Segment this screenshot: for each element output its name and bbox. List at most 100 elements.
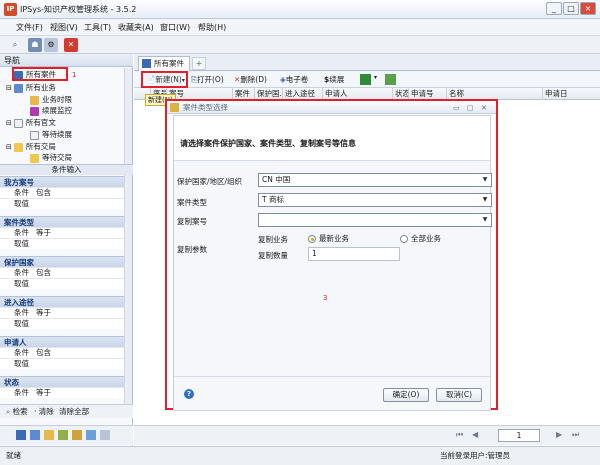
collapse-icon[interactable]: ⊟ bbox=[6, 119, 12, 127]
users-icon[interactable]: ☗ bbox=[28, 38, 42, 52]
help-icon[interactable]: ? bbox=[184, 389, 194, 399]
e-volume-button[interactable]: ◈电子卷 bbox=[280, 73, 308, 86]
tab-all-cases[interactable]: 所有案件 bbox=[138, 56, 190, 71]
radio-selected-icon[interactable] bbox=[308, 235, 316, 243]
row-value[interactable]: 包含 bbox=[36, 268, 51, 278]
case-type-label: 案件类型 bbox=[177, 198, 207, 207]
row-value[interactable]: 包含 bbox=[36, 348, 51, 358]
radio-unselected-icon[interactable] bbox=[400, 235, 408, 243]
docs-shortcut-icon[interactable] bbox=[58, 430, 68, 440]
dialog-title-bar: 案件类型选择 ▭ ▢ ✕ bbox=[167, 101, 496, 114]
tree-item-renewal-monitor[interactable]: 续展监控 bbox=[30, 105, 72, 116]
country-select[interactable]: CN 中国 ▼ bbox=[258, 173, 492, 187]
dialog-minimize-button[interactable]: ▭ bbox=[453, 102, 460, 115]
row-value[interactable]: 等于 bbox=[36, 308, 51, 318]
row-key: 取值 bbox=[14, 359, 29, 368]
cases-shortcut-icon[interactable] bbox=[16, 430, 26, 440]
condition-row[interactable]: 条件 等于 bbox=[0, 387, 124, 398]
conditions-scrollbar[interactable] bbox=[124, 176, 132, 404]
ok-button[interactable]: 确定(O) bbox=[383, 388, 429, 402]
chevron-down-icon[interactable]: ▼ bbox=[480, 215, 490, 225]
page-number-input[interactable]: 1 bbox=[498, 429, 540, 442]
value-row[interactable]: 取值 bbox=[0, 198, 124, 209]
chevron-down-icon[interactable]: ▼ bbox=[480, 195, 490, 205]
open-button-label: 打开(O) bbox=[197, 75, 224, 84]
excel-export-icon[interactable] bbox=[360, 74, 371, 85]
value-row[interactable]: 取值 bbox=[0, 238, 124, 249]
value-row[interactable]: 取值 bbox=[0, 278, 124, 289]
settings-shortcut-icon[interactable] bbox=[100, 430, 110, 440]
row-key: 条件 bbox=[14, 268, 29, 277]
menu-window[interactable]: 窗口(W) bbox=[160, 22, 190, 33]
section-our-case-no[interactable]: 我方案号 bbox=[0, 176, 124, 187]
close-window-button[interactable]: × bbox=[580, 2, 596, 15]
row-value[interactable]: 等于 bbox=[36, 388, 51, 398]
condition-row[interactable]: 条件 包含 bbox=[0, 267, 124, 278]
config-icon[interactable]: ⚙ bbox=[44, 38, 58, 52]
search-button[interactable]: 检索 bbox=[13, 407, 28, 416]
collapse-icon[interactable]: ⊟ bbox=[6, 84, 12, 92]
copy-count-input[interactable]: 1 bbox=[308, 247, 400, 261]
tree-item-business-deadline[interactable]: 业务时限 bbox=[30, 94, 72, 105]
menu-help[interactable]: 帮助(H) bbox=[198, 22, 226, 33]
copy-case-no-select[interactable]: ▼ bbox=[258, 213, 492, 227]
tree-item-all-business[interactable]: ⊟ 所有业务 bbox=[6, 82, 56, 93]
first-page-icon[interactable]: ⏮ bbox=[456, 430, 463, 440]
exit-icon[interactable]: ✕ bbox=[64, 38, 78, 52]
deadline-shortcut-icon[interactable] bbox=[44, 430, 54, 440]
copy-business-label: 复制业务 bbox=[258, 235, 288, 244]
search-icon[interactable]: ⌕ bbox=[8, 38, 22, 52]
row-value[interactable]: 包含 bbox=[36, 188, 51, 198]
prev-page-icon[interactable]: ◀ bbox=[472, 430, 478, 439]
volume-button-label: 电子卷 bbox=[285, 75, 309, 84]
maximize-button[interactable]: □ bbox=[563, 2, 579, 15]
refresh-icon[interactable] bbox=[385, 74, 396, 85]
value-row[interactable]: 取值 bbox=[0, 358, 124, 369]
case-type-select[interactable]: T 商标 ▼ bbox=[258, 193, 492, 207]
renew-button-label: 续展 bbox=[329, 75, 345, 84]
row-key: 取值 bbox=[14, 239, 29, 248]
section-case-type[interactable]: 案件类型 bbox=[0, 216, 124, 227]
col-header[interactable]: 申请日 bbox=[542, 88, 600, 100]
condition-row[interactable]: 条件 等于 bbox=[0, 307, 124, 318]
new-tab-button[interactable]: + bbox=[192, 57, 206, 70]
cancel-button[interactable]: 取消(C) bbox=[436, 388, 482, 402]
condition-row[interactable]: 条件 等于 bbox=[0, 227, 124, 238]
country-label: 保护国家/地区/组织 bbox=[177, 177, 243, 186]
radio-all-business[interactable]: 全部业务 bbox=[400, 233, 441, 244]
condition-row[interactable]: 条件 包含 bbox=[0, 347, 124, 358]
menu-view[interactable]: 视图(V) bbox=[50, 22, 78, 33]
open-button[interactable]: ⎘打开(O) bbox=[191, 73, 224, 86]
clear-button[interactable]: 清除 bbox=[39, 407, 54, 416]
tab-strip: 所有案件 + bbox=[134, 54, 600, 71]
minimize-button[interactable]: _ bbox=[546, 2, 562, 15]
submission-shortcut-icon[interactable] bbox=[72, 430, 82, 440]
clear-all-button[interactable]: 清除全部 bbox=[59, 407, 89, 416]
menu-tools[interactable]: 工具(T) bbox=[84, 22, 111, 33]
section-status[interactable]: 状态 bbox=[0, 376, 124, 387]
dialog-restore-button[interactable]: ▢ bbox=[467, 102, 474, 115]
last-page-icon[interactable]: ⏭ bbox=[572, 430, 579, 440]
tree-item-waiting-submission[interactable]: 等待交局 bbox=[30, 152, 72, 163]
tree-item-waiting-renewal[interactable]: 等待续展 bbox=[30, 129, 72, 140]
collapse-icon[interactable]: ⊟ bbox=[6, 143, 12, 151]
row-value[interactable]: 等于 bbox=[36, 228, 51, 238]
tree-item-all-submissions[interactable]: ⊟ 所有交局 bbox=[6, 141, 56, 152]
condition-row[interactable]: 条件 包含 bbox=[0, 187, 124, 198]
tree-item-all-official-docs[interactable]: ⊟ 所有官文 bbox=[6, 117, 56, 128]
chevron-down-icon[interactable]: ▾ bbox=[374, 74, 380, 85]
section-country[interactable]: 保护国家 bbox=[0, 256, 124, 267]
next-page-icon[interactable]: ▶ bbox=[556, 430, 562, 439]
delete-button[interactable]: ✕删除(D) bbox=[234, 73, 267, 86]
menu-favorites[interactable]: 收藏夹(A) bbox=[118, 22, 154, 33]
dialog-close-button[interactable]: ✕ bbox=[481, 102, 487, 115]
section-applicant[interactable]: 申请人 bbox=[0, 336, 124, 347]
value-row[interactable]: 取值 bbox=[0, 318, 124, 329]
menu-file[interactable]: 文件(F) bbox=[16, 22, 43, 33]
chevron-down-icon[interactable]: ▼ bbox=[480, 175, 490, 185]
check-shortcut-icon[interactable] bbox=[86, 430, 96, 440]
business-shortcut-icon[interactable] bbox=[30, 430, 40, 440]
renew-button[interactable]: $续展 bbox=[324, 73, 344, 86]
section-entry-route[interactable]: 进入途径 bbox=[0, 296, 124, 307]
radio-latest-business[interactable]: 最新业务 bbox=[308, 233, 349, 244]
